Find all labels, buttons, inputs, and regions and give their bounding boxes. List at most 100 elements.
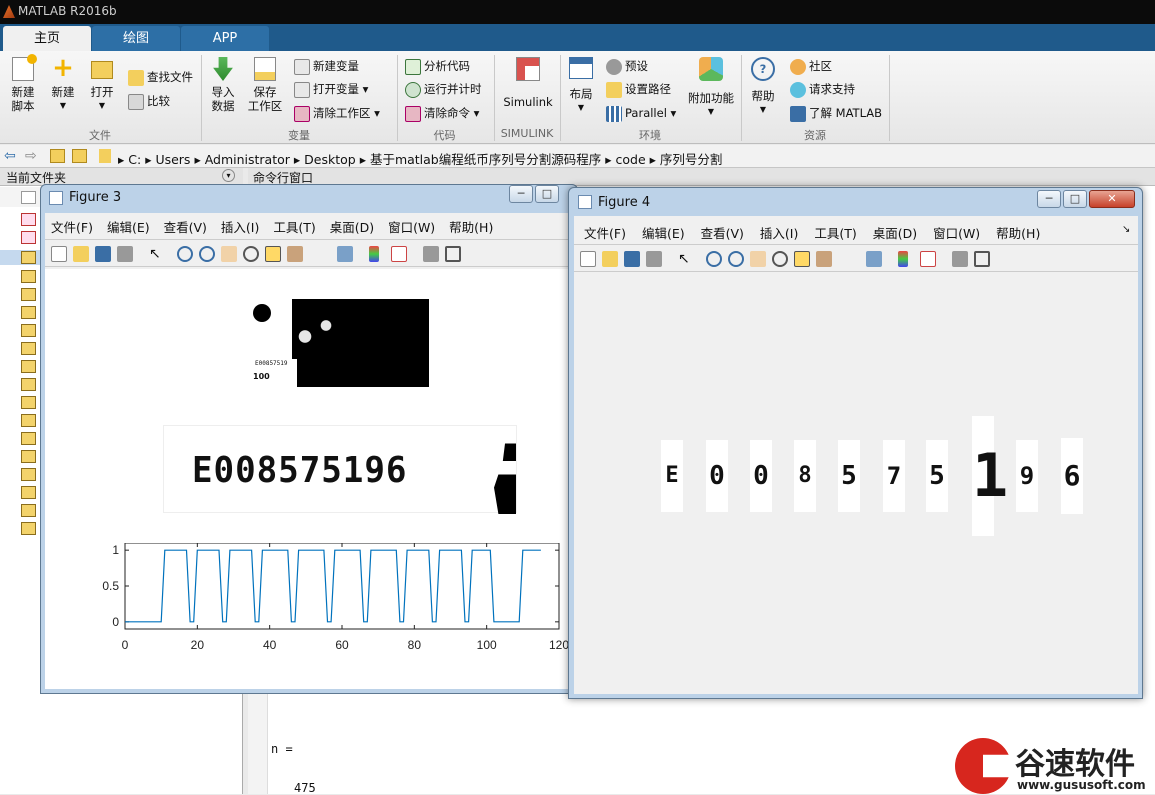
brush-icon[interactable] <box>816 251 832 267</box>
menu-tools[interactable]: 工具(T) <box>273 220 315 235</box>
rotate-icon[interactable] <box>772 251 788 267</box>
set-path-button[interactable]: 设置路径 <box>606 79 671 99</box>
breadcrumb-item[interactable]: 基于matlab编程纸币序列号分割源码程序 <box>370 152 601 167</box>
save-workspace-button[interactable]: 保存 工作区 <box>246 57 284 113</box>
breadcrumb-item[interactable]: Users <box>155 152 190 167</box>
new-script-button[interactable]: 新建 脚本 <box>6 54 40 113</box>
jpg-file-icon[interactable] <box>21 342 36 355</box>
menu-window[interactable]: 窗口(W) <box>388 220 435 235</box>
link-plot-icon[interactable] <box>337 246 353 262</box>
jpg-file-icon[interactable] <box>21 251 36 264</box>
up-folder-icon[interactable] <box>50 149 65 163</box>
new-figure-icon[interactable] <box>580 251 596 267</box>
m-file-icon[interactable] <box>21 213 36 226</box>
legend-icon[interactable] <box>920 251 936 267</box>
open-button[interactable]: 打开 ▼ <box>87 57 117 113</box>
request-support-button[interactable]: 请求支持 <box>790 79 855 99</box>
menu-expand-icon[interactable]: ↘ <box>1122 224 1130 235</box>
dock-icon[interactable] <box>974 251 990 267</box>
learn-matlab-button[interactable]: 了解 MATLAB <box>790 103 882 123</box>
help-button[interactable]: ? 帮助 ▼ <box>748 57 778 117</box>
minimize-button[interactable]: ─ <box>1037 190 1061 208</box>
jpg-file-icon[interactable] <box>21 486 36 499</box>
zoom-out-icon[interactable] <box>199 246 215 262</box>
preferences-button[interactable]: 预设 <box>606 56 648 76</box>
print-icon[interactable] <box>646 251 662 267</box>
breadcrumb-item[interactable]: Administrator <box>205 152 290 167</box>
clear-workspace-button[interactable]: 清除工作区 ▾ <box>294 103 380 123</box>
new-variable-button[interactable]: 新建变量 <box>294 56 359 76</box>
new-button[interactable]: + 新建 ▼ <box>48 55 78 113</box>
find-files-button[interactable]: 查找文件 <box>128 67 193 87</box>
close-button[interactable]: ✕ <box>1089 190 1135 208</box>
new-figure-icon[interactable] <box>51 246 67 262</box>
run-and-time-button[interactable]: 运行并计时 <box>405 79 482 99</box>
menu-window[interactable]: 窗口(W) <box>933 226 980 241</box>
data-cursor-icon[interactable] <box>794 251 810 267</box>
import-data-button[interactable]: 导入 数据 <box>208 57 238 113</box>
jpg-file-icon[interactable] <box>21 522 36 535</box>
clear-commands-button[interactable]: 清除命令 ▾ <box>405 103 479 123</box>
pointer-icon[interactable]: ↖ <box>678 251 694 267</box>
hide-tools-icon[interactable] <box>952 251 968 267</box>
legend-icon[interactable] <box>391 246 407 262</box>
menu-insert[interactable]: 插入(I) <box>221 220 259 235</box>
breadcrumb-item[interactable]: Desktop <box>304 152 356 167</box>
jpg-file-icon[interactable] <box>21 450 36 463</box>
jpg-file-icon[interactable] <box>21 306 36 319</box>
menu-view[interactable]: 查看(V) <box>701 226 744 241</box>
open-file-icon[interactable] <box>602 251 618 267</box>
brush-icon[interactable] <box>287 246 303 262</box>
data-cursor-icon[interactable] <box>265 246 281 262</box>
jpg-file-icon[interactable] <box>21 396 36 409</box>
zoom-in-icon[interactable] <box>706 251 722 267</box>
save-icon[interactable] <box>95 246 111 262</box>
maximize-button[interactable]: □ <box>1063 190 1087 208</box>
panel-actions-icon[interactable]: ▾ <box>222 169 235 182</box>
colorbar-icon[interactable] <box>369 246 379 262</box>
pan-icon[interactable] <box>750 251 766 267</box>
file-icon[interactable] <box>21 191 36 204</box>
zoom-in-icon[interactable] <box>177 246 193 262</box>
jpg-file-icon[interactable] <box>21 468 36 481</box>
simulink-button[interactable]: Simulink <box>500 57 556 109</box>
pan-icon[interactable] <box>221 246 237 262</box>
rotate-icon[interactable] <box>243 246 259 262</box>
parallel-button[interactable]: Parallel ▾ <box>606 103 676 123</box>
forward-arrow-icon[interactable]: ⇨ <box>25 148 37 164</box>
colorbar-icon[interactable] <box>898 251 908 267</box>
community-button[interactable]: 社区 <box>790 56 832 76</box>
zoom-out-icon[interactable] <box>728 251 744 267</box>
pointer-icon[interactable]: ↖ <box>149 246 165 262</box>
maximize-button[interactable]: □ <box>535 185 559 203</box>
open-variable-button[interactable]: 打开变量 ▾ <box>294 79 368 99</box>
link-plot-icon[interactable] <box>866 251 882 267</box>
addons-button[interactable]: 附加功能 ▼ <box>688 57 734 119</box>
m-file-icon[interactable] <box>21 231 36 244</box>
print-icon[interactable] <box>117 246 133 262</box>
save-icon[interactable] <box>624 251 640 267</box>
compare-button[interactable]: 比较 <box>128 91 170 111</box>
layout-button[interactable]: 布局 ▼ <box>566 57 596 115</box>
menu-desktop[interactable]: 桌面(D) <box>330 220 374 235</box>
breadcrumb-item[interactable]: C: <box>128 152 141 167</box>
breadcrumb-item[interactable]: 序列号分割 <box>660 152 723 167</box>
menu-tools[interactable]: 工具(T) <box>814 226 856 241</box>
minimize-button[interactable]: ─ <box>509 185 533 203</box>
jpg-file-icon[interactable] <box>21 432 36 445</box>
jpg-file-icon[interactable] <box>21 414 36 427</box>
tab-home[interactable]: 主页 <box>3 26 91 51</box>
menu-edit[interactable]: 编辑(E) <box>642 226 685 241</box>
open-file-icon[interactable] <box>73 246 89 262</box>
menu-insert[interactable]: 插入(I) <box>760 226 798 241</box>
browse-folder-icon[interactable] <box>72 149 87 163</box>
analyze-code-button[interactable]: 分析代码 <box>405 56 470 76</box>
tab-apps[interactable]: APP <box>181 26 269 51</box>
jpg-file-icon[interactable] <box>21 270 36 283</box>
jpg-file-icon[interactable] <box>21 504 36 517</box>
jpg-file-icon[interactable] <box>21 288 36 301</box>
menu-file[interactable]: 文件(F) <box>51 220 93 235</box>
back-arrow-icon[interactable]: ⇦ <box>4 148 16 164</box>
menu-view[interactable]: 查看(V) <box>164 220 207 235</box>
menu-file[interactable]: 文件(F) <box>584 226 626 241</box>
